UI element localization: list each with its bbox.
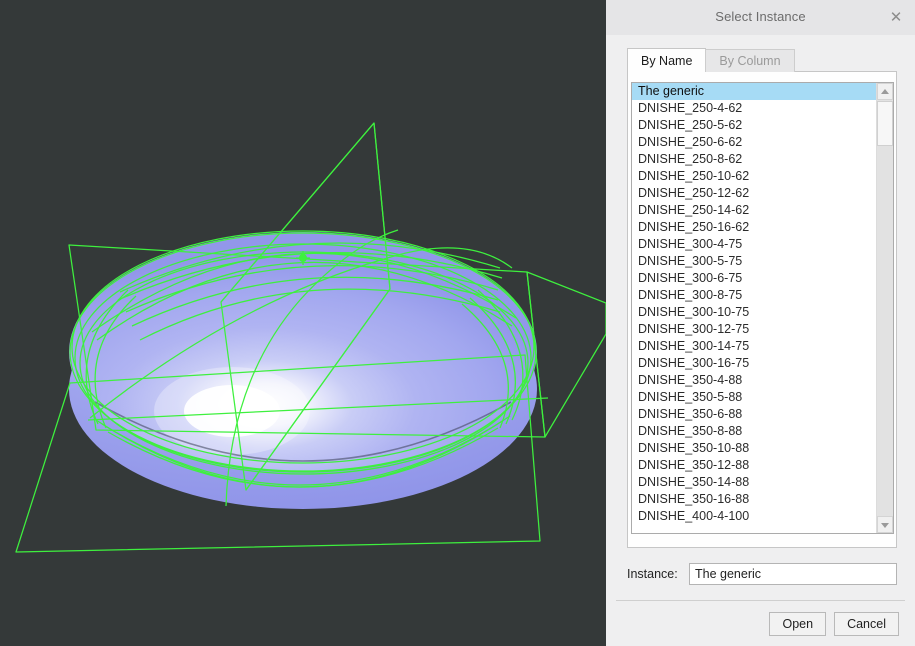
list-item[interactable]: DNISHE_350-12-88 xyxy=(632,457,876,474)
scrollbar-track[interactable] xyxy=(877,100,893,516)
instance-input[interactable] xyxy=(689,563,897,585)
list-item[interactable]: DNISHE_350-8-88 xyxy=(632,423,876,440)
instance-listbox[interactable]: The generic DNISHE_250-4-62 DNISHE_250-5-6… xyxy=(631,82,894,534)
list-item[interactable]: DNISHE_250-16-62 xyxy=(632,219,876,236)
tabstrip: By Name By Column xyxy=(627,48,795,72)
list-item[interactable]: DNISHE_300-10-75 xyxy=(632,304,876,321)
cancel-button[interactable]: Cancel xyxy=(834,612,899,636)
list-item[interactable]: DNISHE_250-12-62 xyxy=(632,185,876,202)
tab-by-name-label: By Name xyxy=(641,54,693,68)
chevron-down-icon xyxy=(881,522,889,528)
instance-list[interactable]: The generic DNISHE_250-4-62 DNISHE_250-5-6… xyxy=(632,83,876,533)
instance-row: Instance: xyxy=(627,563,897,585)
list-item[interactable]: DNISHE_300-4-75 xyxy=(632,236,876,253)
list-item[interactable]: DNISHE_400-4-100 xyxy=(632,508,876,525)
scrollbar-down-button[interactable] xyxy=(877,516,893,533)
close-icon[interactable]: ✕ xyxy=(885,8,907,28)
dished-head-solid xyxy=(69,232,537,509)
list-item[interactable]: DNISHE_350-5-88 xyxy=(632,389,876,406)
list-item[interactable]: DNISHE_250-10-62 xyxy=(632,168,876,185)
footer-buttons: Open Cancel xyxy=(769,612,899,636)
list-item[interactable]: DNISHE_250-6-62 xyxy=(632,134,876,151)
list-item[interactable]: DNISHE_300-6-75 xyxy=(632,270,876,287)
list-item[interactable]: DNISHE_350-4-88 xyxy=(632,372,876,389)
list-scrollbar[interactable] xyxy=(876,83,893,533)
list-item[interactable]: DNISHE_250-5-62 xyxy=(632,117,876,134)
list-item[interactable]: DNISHE_350-6-88 xyxy=(632,406,876,423)
dialog-title: Select Instance xyxy=(715,9,806,24)
tab-by-column[interactable]: By Column xyxy=(705,49,795,72)
list-item[interactable]: DNISHE_250-8-62 xyxy=(632,151,876,168)
list-item[interactable]: The generic xyxy=(632,83,876,100)
instance-label: Instance: xyxy=(627,567,678,581)
cad-3d-viewport[interactable] xyxy=(0,0,606,646)
scrollbar-up-button[interactable] xyxy=(877,83,893,100)
scrollbar-thumb[interactable] xyxy=(877,101,893,146)
list-item[interactable]: DNISHE_300-16-75 xyxy=(632,355,876,372)
list-item[interactable]: DNISHE_250-14-62 xyxy=(632,202,876,219)
list-item[interactable]: DNISHE_250-4-62 xyxy=(632,100,876,117)
select-instance-dialog: Select Instance ✕ By Name By Column The … xyxy=(606,0,915,646)
list-item[interactable]: DNISHE_350-14-88 xyxy=(632,474,876,491)
list-item[interactable]: DNISHE_300-8-75 xyxy=(632,287,876,304)
dialog-titlebar[interactable]: Select Instance ✕ xyxy=(606,0,915,35)
list-item[interactable]: DNISHE_300-5-75 xyxy=(632,253,876,270)
list-item[interactable]: DNISHE_300-12-75 xyxy=(632,321,876,338)
list-item[interactable]: DNISHE_350-10-88 xyxy=(632,440,876,457)
viewport-canvas xyxy=(0,0,606,646)
tab-by-column-label: By Column xyxy=(719,54,781,68)
list-item[interactable]: DNISHE_300-14-75 xyxy=(632,338,876,355)
chevron-up-icon xyxy=(881,88,889,94)
open-button[interactable]: Open xyxy=(769,612,827,636)
list-item[interactable]: DNISHE_350-16-88 xyxy=(632,491,876,508)
tab-by-name[interactable]: By Name xyxy=(627,48,707,72)
footer-separator xyxy=(616,600,905,601)
